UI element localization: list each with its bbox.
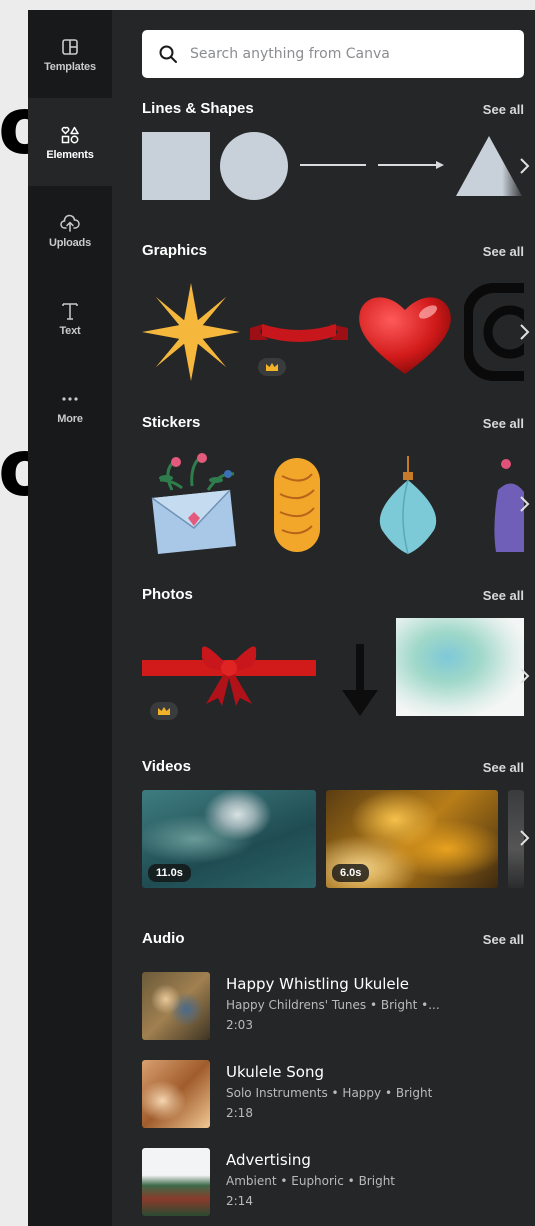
rail-item-more[interactable]: More [28,362,112,450]
heart-graphic[interactable] [356,290,454,376]
envelope-flowers-sticker[interactable] [142,450,240,554]
templates-icon [62,38,78,55]
audio-track[interactable]: Happy Whistling Ukulele Happy Childrens'… [142,972,524,1048]
rail-item-templates[interactable]: Templates [28,10,112,98]
chevron-right-icon [520,324,530,340]
section-title-videos: Videos [142,758,191,775]
track-artwork [142,1060,210,1128]
search-box[interactable] [142,30,524,78]
upload-cloud-icon [60,214,80,232]
rail-item-label: More [57,412,83,425]
video-thumbnail[interactable]: 11.0s [142,790,316,888]
black-arrow-photo[interactable] [334,644,384,718]
track-title: Advertising [226,1151,311,1169]
rail-item-label: Templates [44,60,96,73]
more-dots-icon [62,396,78,401]
editor-side-panel: Templates Elements Uploads Text More Lin… [28,10,535,1226]
section-title-lines-shapes: Lines & Shapes [142,100,254,117]
line-shape[interactable] [298,160,368,170]
star-graphic[interactable] [142,282,240,382]
track-artwork [142,1148,210,1216]
scroll-right-photos[interactable] [513,656,535,696]
rail-item-label: Elements [46,148,94,161]
search-icon [159,45,177,63]
rail-item-uploads[interactable]: Uploads [28,186,112,274]
see-all-audio[interactable]: See all [483,932,524,947]
track-subtitle: Ambient • Euphoric • Bright [226,1174,396,1188]
audio-track[interactable]: Advertising Ambient • Euphoric • Bright … [142,1148,524,1224]
track-subtitle: Happy Childrens' Tunes • Bright •... [226,998,440,1012]
text-icon [62,302,78,320]
video-duration: 6.0s [332,864,370,882]
see-all-lines-shapes[interactable]: See all [483,102,524,117]
chevron-right-icon [520,830,530,846]
chevron-right-icon [520,158,530,174]
red-bow-photo[interactable] [142,622,316,706]
scroll-right-graphics[interactable] [513,312,535,352]
square-shape[interactable] [142,132,210,200]
crown-icon [158,707,170,715]
nav-rail: Templates Elements Uploads Text More [28,10,112,1226]
rail-item-text[interactable]: Text [28,274,112,362]
rail-item-elements[interactable]: Elements [28,98,112,186]
search-input[interactable] [190,46,490,62]
section-title-photos: Photos [142,586,193,603]
section-title-graphics: Graphics [142,242,208,259]
rail-item-label: Uploads [49,236,91,249]
audio-track[interactable]: Ukulele Song Solo Instruments • Happy • … [142,1060,524,1136]
arrow-line-shape[interactable] [376,160,446,170]
crown-icon [266,363,278,371]
circle-shape[interactable] [220,132,288,200]
see-all-graphics[interactable]: See all [483,244,524,259]
track-duration: 2:03 [226,1018,253,1032]
premium-badge [258,358,286,376]
elements-panel: Lines & Shapes See all Graphics See all … [112,10,535,1226]
ribbon-banner-graphic[interactable] [250,310,348,350]
chevron-right-icon [520,668,530,684]
section-title-audio: Audio [142,930,185,947]
track-duration: 2:14 [226,1194,253,1208]
video-thumbnail[interactable]: 6.0s [326,790,498,888]
see-all-stickers[interactable]: See all [483,416,524,431]
track-subtitle: Solo Instruments • Happy • Bright [226,1086,433,1100]
track-title: Happy Whistling Ukulele [226,975,409,993]
chevron-right-icon [520,496,530,512]
scroll-right-videos[interactable] [513,818,535,858]
track-duration: 2:18 [226,1106,253,1120]
ornament-sticker[interactable] [368,456,448,556]
elements-icon [61,126,79,143]
premium-badge [150,702,178,720]
orange-pill-sticker[interactable] [272,456,322,554]
see-all-photos[interactable]: See all [483,588,524,603]
section-title-stickers: Stickers [142,414,201,431]
see-all-videos[interactable]: See all [483,760,524,775]
scroll-right-lines-shapes[interactable] [513,146,535,186]
track-title: Ukulele Song [226,1063,324,1081]
scroll-right-stickers[interactable] [513,484,535,524]
video-duration: 11.0s [148,864,191,882]
watercolor-photo[interactable] [396,618,524,716]
track-artwork [142,972,210,1040]
rail-item-label: Text [59,324,81,337]
